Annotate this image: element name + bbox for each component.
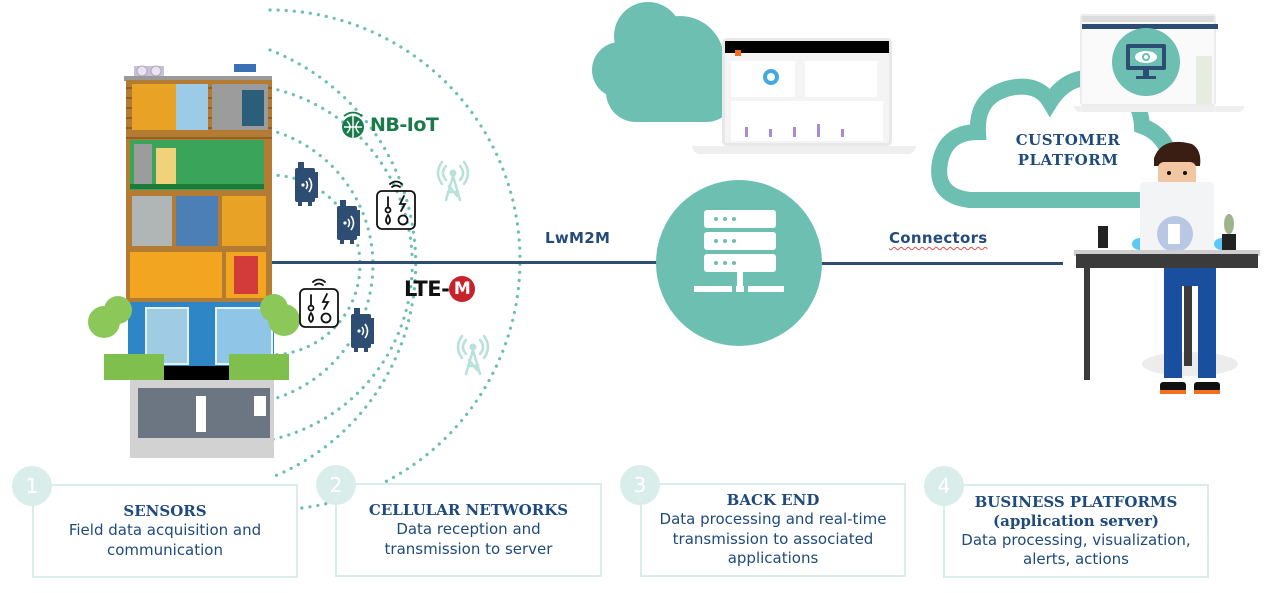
nb-iot-logo: NB-IoT <box>338 110 439 140</box>
step-title: BACK END <box>726 491 820 510</box>
multi-sensor-icon <box>376 180 416 230</box>
person-at-desk-illustration <box>1074 141 1260 394</box>
step-card-sensors: SENSORS Field data acquisition and commu… <box>32 484 298 578</box>
lwm2m-label: LwM2M <box>545 229 611 247</box>
multi-sensor-icon <box>299 278 339 328</box>
smart-building-illustration <box>84 58 304 460</box>
connectors-line <box>815 262 1063 265</box>
iot-sensor-icon <box>295 162 318 206</box>
lte-m-badge: M <box>449 276 476 302</box>
step-number-badge: 4 <box>924 466 964 506</box>
server-rack-icon <box>694 210 784 292</box>
iot-sensor-icon <box>351 308 374 352</box>
step-description: Data processing, visualization, alerts, … <box>961 530 1191 569</box>
antenna-tower-icon <box>456 334 490 376</box>
lte-m-label: LTE- <box>404 277 450 301</box>
step-title: CELLULAR NETWORKS <box>368 501 569 519</box>
step-description: Data reception and transmission to serve… <box>384 520 553 558</box>
step-subtitle: (application server) <box>993 511 1159 530</box>
connectors-label: Connectors <box>889 229 988 247</box>
lwm2m-line <box>272 261 664 264</box>
step-card-cellular-networks: CELLULAR NETWORKS Data reception and tra… <box>335 483 602 577</box>
monitor-eye-icon <box>1126 44 1166 79</box>
step-description: Field data acquisition and communication <box>68 521 262 559</box>
laptop-dashboard-illustration <box>692 38 916 158</box>
lte-m-logo: LTE- M <box>404 276 476 302</box>
laptop-platform-illustration <box>1074 14 1244 114</box>
iot-sensor-icon <box>337 200 360 244</box>
step-description: Data processing and real-time transmissi… <box>659 510 887 568</box>
step-number-badge: 3 <box>620 465 660 505</box>
step-card-business-platforms: BUSINESS PLATFORMS (application server) … <box>943 484 1209 578</box>
wave-arc-5 <box>268 8 522 512</box>
step-number-badge: 1 <box>12 466 52 506</box>
step-title: BUSINESS PLATFORMS <box>974 492 1178 511</box>
step-title: SENSORS <box>123 502 207 520</box>
nb-iot-label: NB-IoT <box>370 114 439 136</box>
nb-iot-globe-icon <box>342 111 364 138</box>
antenna-tower-icon <box>436 160 470 202</box>
step-number-badge: 2 <box>316 465 356 505</box>
monitor-eye-badge <box>1112 28 1180 96</box>
backend-server <box>656 180 822 346</box>
step-card-back-end: BACK END Data processing and real-time t… <box>640 483 906 577</box>
